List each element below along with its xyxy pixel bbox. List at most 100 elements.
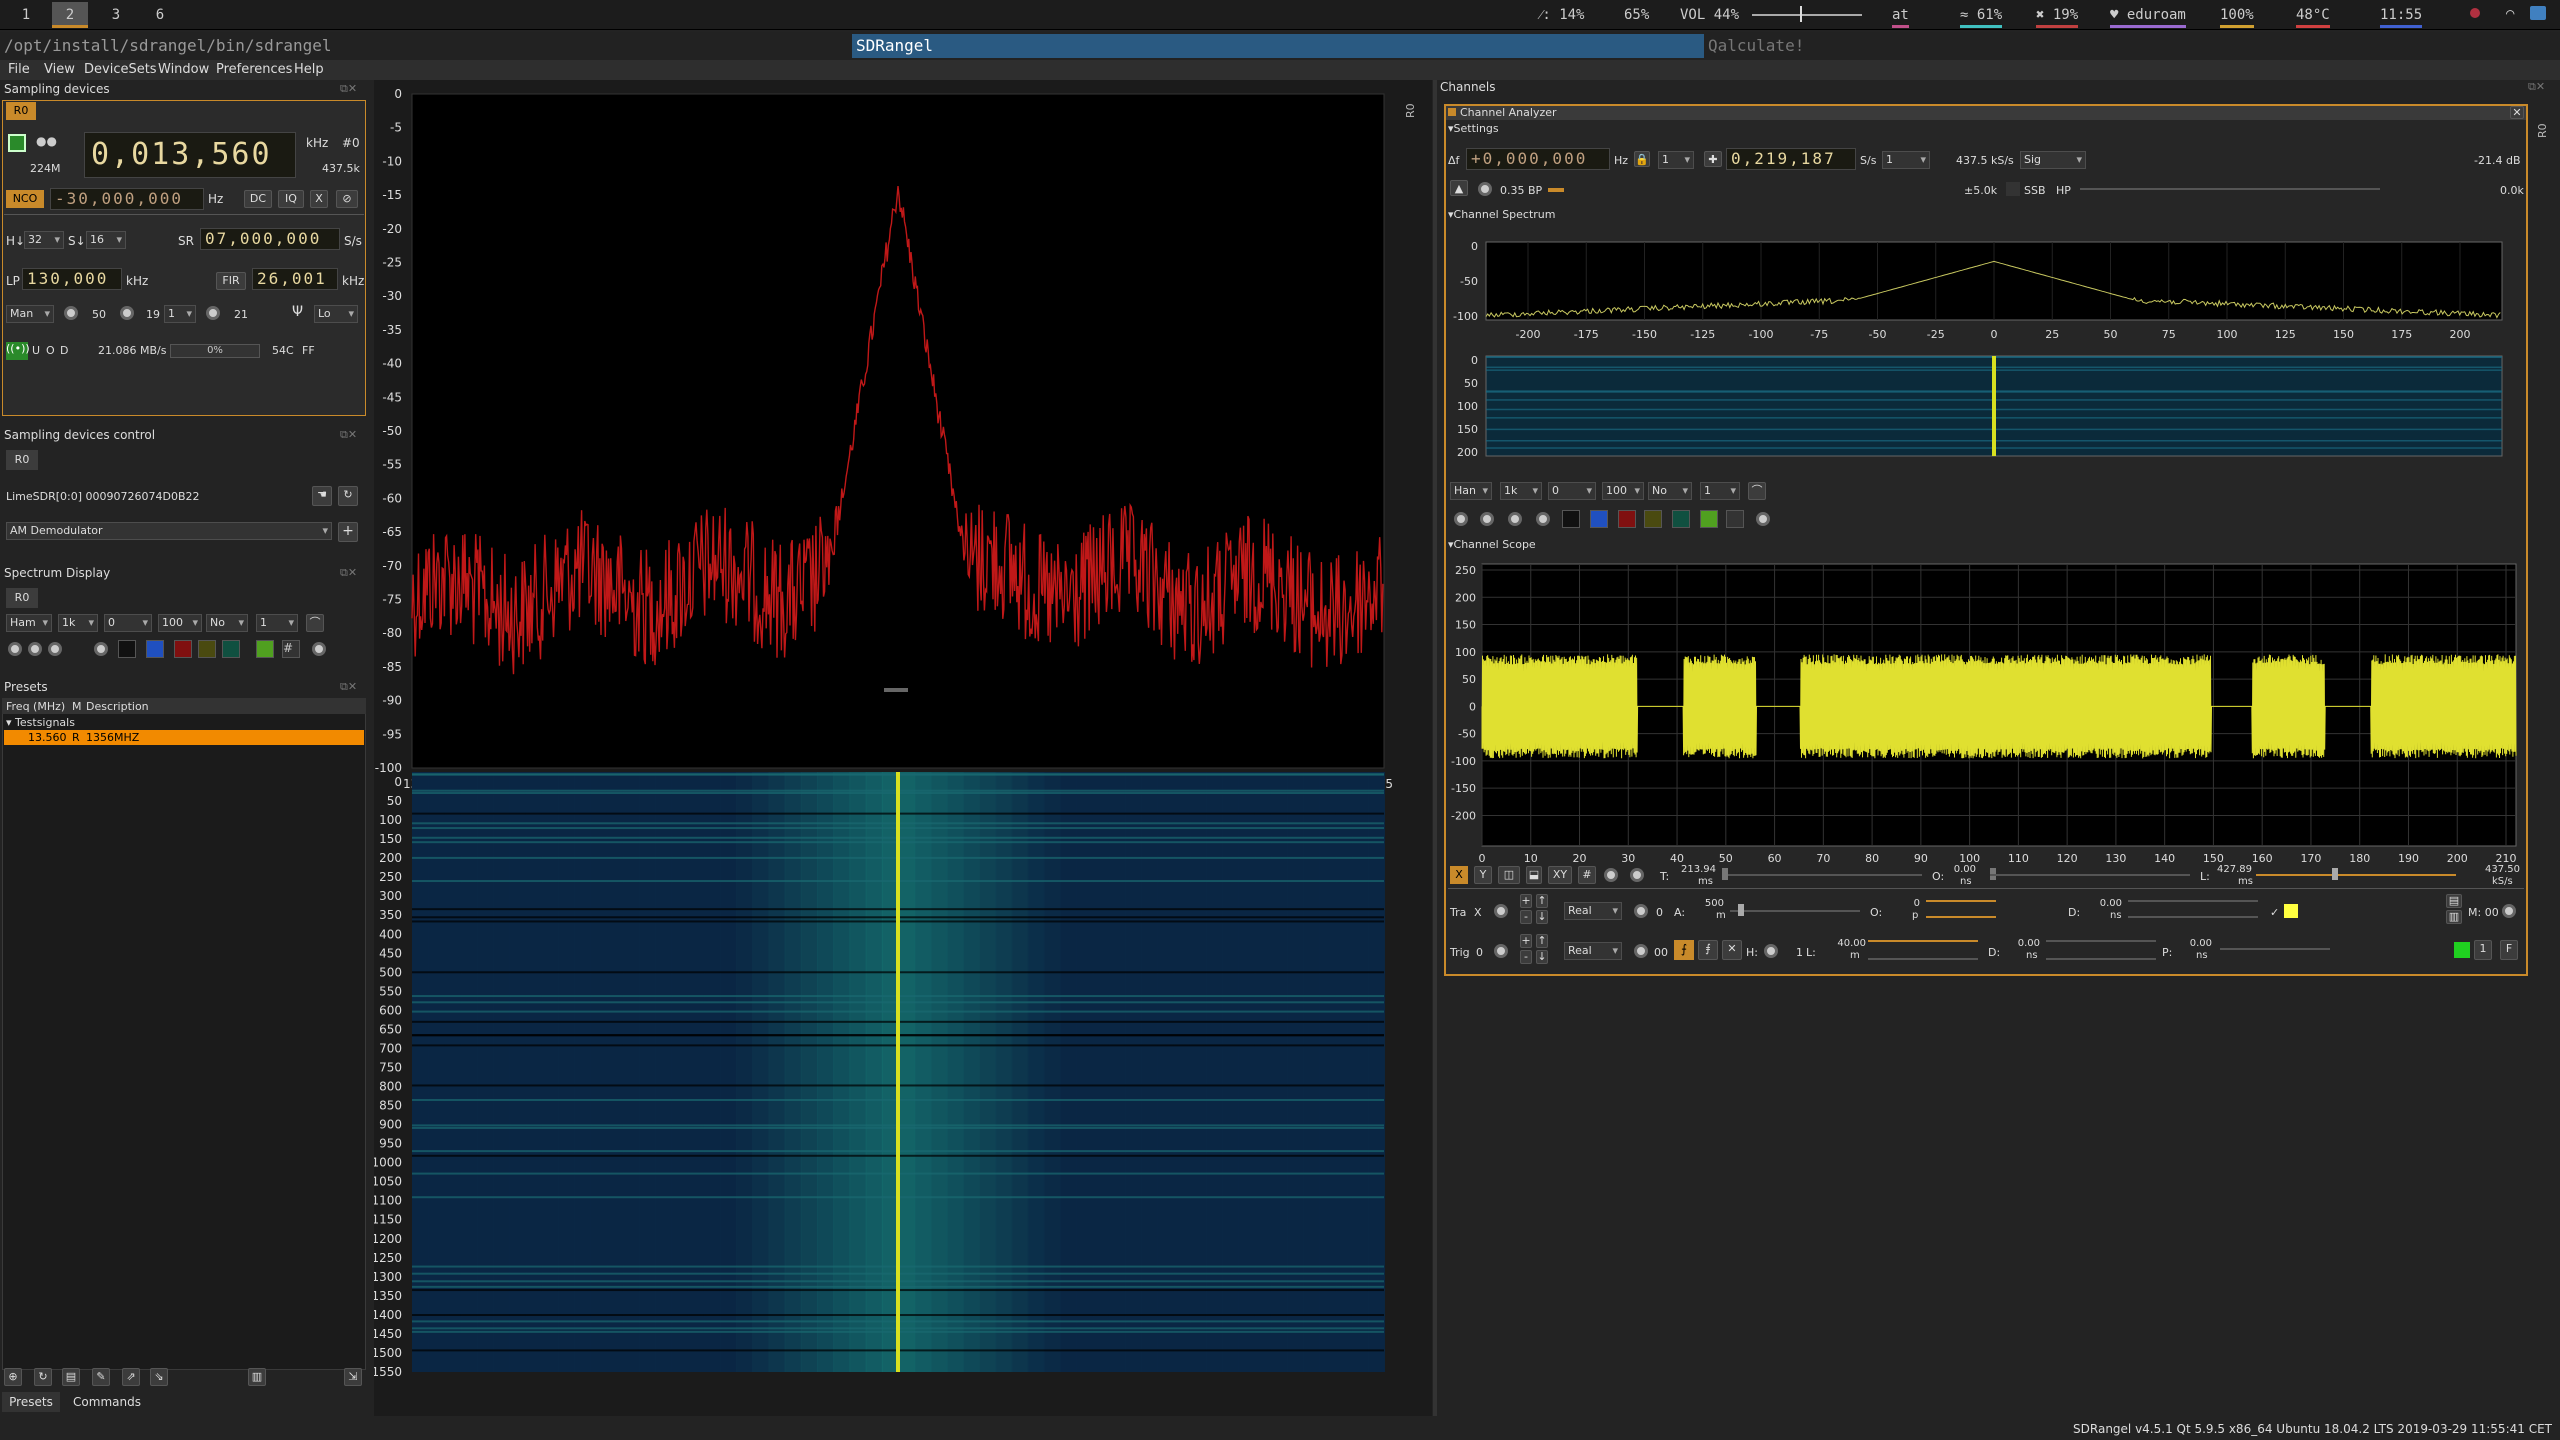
add-trigger-icon[interactable]: + (1520, 934, 1532, 948)
cs-histogram-icon[interactable] (1618, 510, 1636, 528)
trace-intensity-knob[interactable] (1604, 868, 1618, 882)
sr-select[interactable]: 1 (1882, 151, 1930, 169)
fft-size-select[interactable]: 1k (58, 614, 98, 632)
window-tab-sdrangel[interactable]: SDRangel (852, 34, 1704, 58)
spectrum-view[interactable]: 0 -5 -10 -15 -20 -25 -30 -35 -40 -45 -50 -55 -60 -65 -… (374, 80, 1404, 1416)
signal-select[interactable]: Sig (2020, 151, 2086, 169)
channel-waterfall[interactable] (1485, 355, 2503, 457)
channel-scope-section[interactable]: ▾Channel Scope (1448, 538, 1536, 551)
both-edges-icon[interactable]: ✕ (1722, 940, 1742, 960)
memory-knob[interactable] (2502, 904, 2516, 918)
channel-color-icon[interactable] (1448, 108, 1456, 116)
amp-knob[interactable] (1634, 904, 1648, 918)
time-slider-handle[interactable] (1722, 868, 1728, 880)
cs-trace-intensity-icon[interactable] (1562, 510, 1580, 528)
rrc-knob[interactable] (1478, 182, 1492, 196)
antenna-select[interactable]: Lo (314, 305, 358, 323)
add-trace-icon[interactable]: + (1520, 894, 1532, 908)
channel-select[interactable]: AM Demodulator (6, 522, 332, 540)
x-button[interactable]: X (310, 190, 328, 208)
current-icon[interactable] (222, 640, 240, 658)
lpf-display[interactable]: 130,000 (22, 268, 122, 290)
vertical-xy-icon[interactable]: ⬓ (1526, 866, 1542, 884)
histogram-icon[interactable] (174, 640, 192, 658)
cs-color-map-icon[interactable] (1700, 510, 1718, 528)
workspace-6[interactable]: 6 (142, 2, 178, 28)
waterfall-icon[interactable] (146, 640, 164, 658)
y-only-button[interactable]: Y (1474, 866, 1492, 884)
remove-trigger-icon[interactable]: - (1520, 950, 1532, 964)
x-only-button[interactable]: X (1450, 866, 1468, 884)
load-preset-icon[interactable]: ⇲ (344, 1368, 362, 1386)
window-tab-qalculate[interactable]: Qalculate! (1708, 36, 1804, 55)
workspace-3[interactable]: 3 (98, 2, 134, 28)
level-fine-slider[interactable] (1868, 958, 1978, 960)
menu-view[interactable]: View (44, 62, 75, 77)
linear-icon[interactable]: ⌒ (306, 614, 324, 632)
waterfall-plot[interactable] (412, 772, 1385, 1372)
center-frequency-display[interactable]: 0,013,560 (84, 132, 296, 178)
specdisp-tab-r0[interactable]: R0 (6, 588, 38, 608)
trace-select-knob[interactable] (1494, 904, 1508, 918)
export-preset-icon[interactable]: ⇗ (122, 1368, 140, 1386)
fir-button[interactable]: FIR (216, 272, 246, 290)
trace-color-swatch[interactable] (2284, 904, 2298, 918)
edit-preset-icon[interactable]: ✎ (92, 1368, 110, 1386)
cs-grid-icon[interactable] (1726, 510, 1744, 528)
cs-trace-knob[interactable] (1536, 512, 1550, 526)
preset-item[interactable]: 13.560 R 1356MHZ (4, 730, 364, 745)
pga-knob[interactable] (206, 306, 220, 320)
menu-window[interactable]: Window (158, 62, 209, 77)
lock-icon[interactable]: 🔒 (1634, 151, 1650, 167)
r0-side-tab[interactable]: R0 (1404, 82, 1428, 118)
trace-enable-check[interactable]: ✓ (2270, 906, 2279, 919)
window-select[interactable]: Ham (6, 614, 52, 632)
trace-intensity-icon[interactable] (118, 640, 136, 658)
nco-frequency-display[interactable]: -30,000,000 (50, 188, 204, 210)
polar-icon[interactable]: # (1578, 866, 1596, 884)
menu-devicesets[interactable]: DeviceSets (84, 62, 157, 77)
gain-knob[interactable] (64, 306, 78, 320)
predelay-slider[interactable] (2220, 948, 2330, 950)
level-coarse-slider[interactable] (1868, 940, 1978, 942)
cs-window-select[interactable]: Han (1450, 482, 1492, 500)
trigger-count-knob[interactable] (1634, 944, 1648, 958)
decay-divisor-knob[interactable] (28, 642, 42, 656)
max-hold-icon[interactable] (198, 640, 216, 658)
cs-ref-select[interactable]: 0 (1548, 482, 1596, 500)
trigger-down-icon[interactable]: ↓ (1536, 950, 1548, 964)
ssb-checkbox[interactable] (2006, 182, 2020, 196)
channel-spectrum-section[interactable]: ▾Channel Spectrum (1448, 208, 1556, 221)
remove-trace-icon[interactable]: - (1520, 910, 1532, 924)
linear-icon[interactable]: ⌒ (1748, 482, 1766, 500)
device-tab-r0[interactable]: R0 (6, 102, 36, 120)
workspace-2[interactable]: 2 (52, 2, 88, 28)
xy-button[interactable]: XY (1548, 866, 1572, 884)
stroke-knob[interactable] (48, 642, 62, 656)
spectrum-plot[interactable] (411, 93, 1385, 769)
splitter[interactable] (1433, 80, 1437, 1416)
bp-slider[interactable] (1548, 188, 1564, 192)
channel-spectrum-view[interactable]: 0 -50 -100 -200 -175 -150 -125 -100 -75 -50 -25 0 2… (1446, 224, 2526, 474)
clear-spectrum-knob[interactable] (312, 642, 326, 656)
channels-r0-tab[interactable]: R0 (2536, 108, 2556, 138)
delete-preset-icon[interactable]: ▥ (248, 1368, 266, 1386)
cs-clear-knob[interactable] (1756, 512, 1770, 526)
cs-fft-select[interactable]: 1k (1500, 482, 1542, 500)
grid-icon[interactable]: # (282, 640, 300, 658)
rising-edge-icon[interactable]: ⨍ (1674, 940, 1694, 960)
holdoff-knob[interactable] (1764, 944, 1778, 958)
trace-mode-select[interactable]: Real (1564, 902, 1622, 920)
cs-range-select[interactable]: 100 (1602, 482, 1644, 500)
lna-knob[interactable] (120, 306, 134, 320)
cs-grid-knob[interactable] (1508, 512, 1522, 526)
hw-decim-select[interactable]: 32 (24, 231, 64, 249)
horizontal-xy-icon[interactable]: ◫ (1498, 866, 1520, 884)
averaging-select[interactable]: 1 (256, 614, 298, 632)
load-trace-icon[interactable]: ▥ (2446, 910, 2462, 924)
update-preset-icon[interactable]: ↻ (34, 1368, 52, 1386)
offset-slider[interactable] (1990, 874, 2190, 876)
iq-button[interactable]: IQ (278, 190, 304, 208)
start-stop-button[interactable] (8, 134, 26, 152)
menu-preferences[interactable]: Preferences (216, 62, 292, 77)
